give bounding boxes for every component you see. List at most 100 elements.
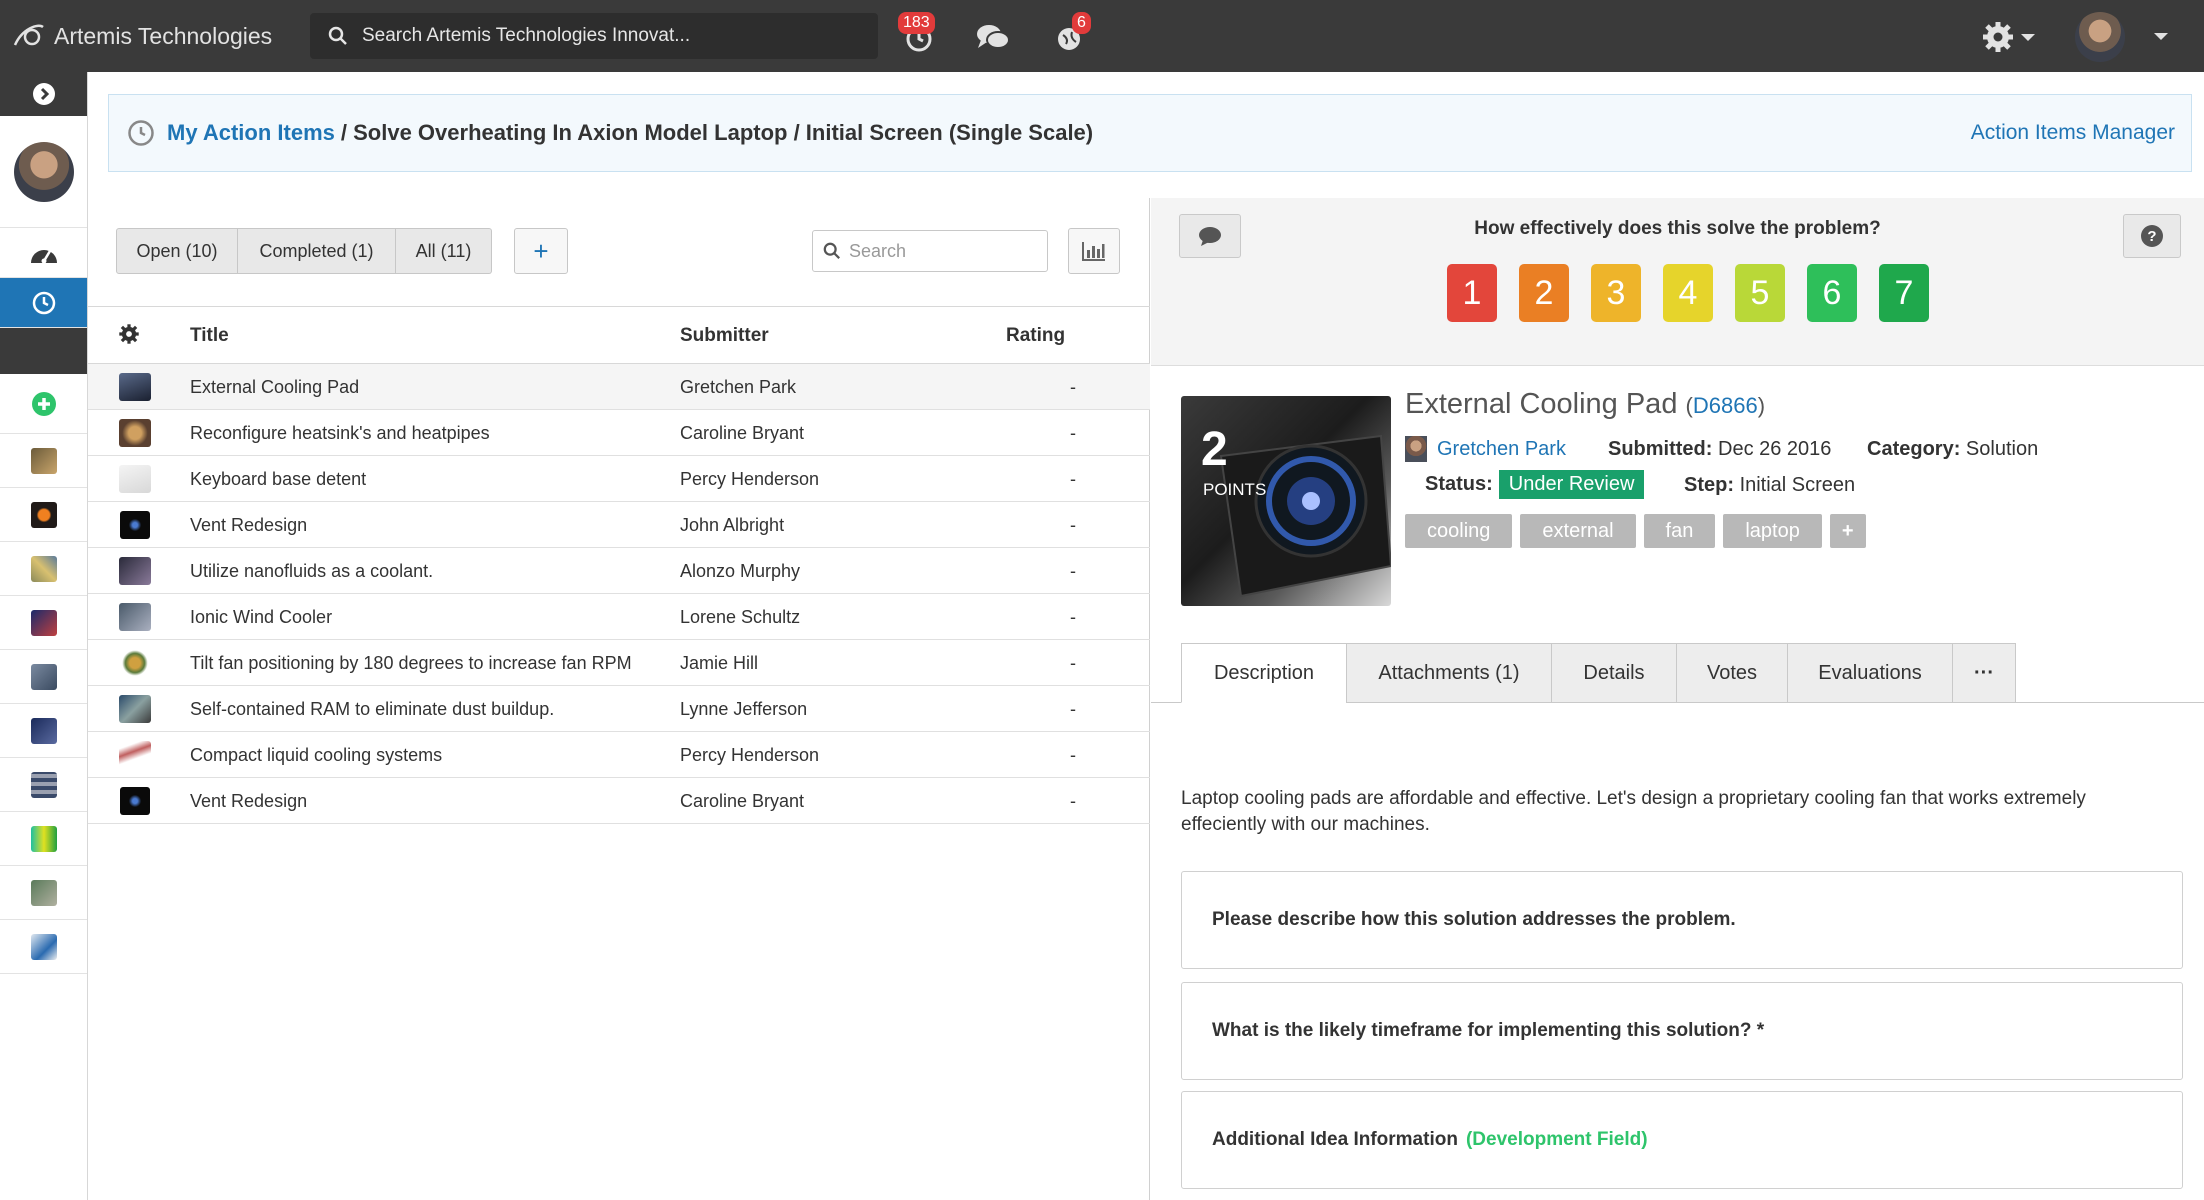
rating-score-6[interactable]: 6 xyxy=(1807,264,1857,322)
alerts-badge: 6 xyxy=(1072,12,1091,34)
list-search-input[interactable] xyxy=(849,240,1029,262)
rating-score-2[interactable]: 2 xyxy=(1519,264,1569,322)
submitted-label: Submitted: xyxy=(1608,438,1713,460)
item-description: Laptop cooling pads are affordable and e… xyxy=(1181,788,2086,835)
avatar xyxy=(13,141,74,202)
tag[interactable]: laptop xyxy=(1723,514,1822,548)
brand-logo[interactable]: Artemis Technologies xyxy=(12,19,292,53)
tag[interactable]: fan xyxy=(1643,514,1716,548)
row-title: Tilt fan positioning by 180 degrees to i… xyxy=(190,653,632,673)
rail-action-items[interactable] xyxy=(0,278,87,328)
idea-thumbnail xyxy=(30,609,57,636)
tab-description[interactable]: Description xyxy=(1181,643,1347,703)
column-submitter-header[interactable]: Submitter xyxy=(680,325,769,347)
row-title: Self-contained RAM to eliminate dust bui… xyxy=(190,699,555,719)
add-tag-button[interactable]: + xyxy=(1829,514,1866,548)
rail-item-2[interactable] xyxy=(0,488,87,542)
tab-votes[interactable]: Votes xyxy=(1676,643,1788,703)
table-row[interactable]: Keyboard base detent Percy Henderson - xyxy=(88,456,1150,502)
question-card-timeframe[interactable]: What is the likely timeframe for impleme… xyxy=(1181,982,2183,1080)
rail-item-5[interactable] xyxy=(0,650,87,704)
global-search-input[interactable] xyxy=(362,25,842,47)
row-rating: - xyxy=(1070,699,1076,719)
column-rating-header[interactable]: Rating xyxy=(1006,325,1065,347)
add-item-button[interactable]: + xyxy=(514,228,568,274)
item-points: 2 xyxy=(1201,423,1228,476)
rail-item-8[interactable] xyxy=(0,812,87,866)
tab-details[interactable]: Details xyxy=(1551,643,1677,703)
item-id-open: ( xyxy=(1685,393,1693,418)
rail-dashboard[interactable] xyxy=(0,228,87,278)
submitter-link[interactable]: Gretchen Park xyxy=(1437,438,1566,461)
rail-item-4[interactable] xyxy=(0,596,87,650)
rail-item-6[interactable] xyxy=(0,704,87,758)
rail-profile[interactable] xyxy=(0,116,87,228)
item-id-link[interactable]: D6866 xyxy=(1693,393,1758,418)
filter-completed-button[interactable]: Completed (1) xyxy=(238,228,396,274)
row-submitter: Caroline Bryant xyxy=(680,423,805,443)
idea-thumbnail xyxy=(119,649,151,677)
filter-all-button[interactable]: All (11) xyxy=(396,228,492,274)
table-row[interactable]: Ionic Wind Cooler Lorene Schultz - xyxy=(88,594,1150,640)
list-search[interactable] xyxy=(812,230,1048,272)
user-menu-chevron-icon[interactable] xyxy=(2154,33,2168,40)
rating-score-3[interactable]: 3 xyxy=(1591,264,1641,322)
table-row[interactable]: Self-contained RAM to eliminate dust bui… xyxy=(88,686,1150,732)
table-row[interactable]: Utilize nanofluids as a coolant. Alonzo … xyxy=(88,548,1150,594)
user-avatar-button[interactable] xyxy=(2072,12,2128,62)
row-submitter: Jamie Hill xyxy=(680,653,759,673)
item-status: Status: Under Review xyxy=(1425,470,1645,499)
rail-add-button[interactable] xyxy=(0,374,87,434)
help-button[interactable]: ? xyxy=(2123,214,2181,258)
tab-attachments[interactable]: Attachments (1) xyxy=(1346,643,1552,703)
activity-badge: 183 xyxy=(898,12,935,34)
table-row[interactable]: Vent Redesign Caroline Bryant - xyxy=(88,778,1150,824)
item-title: External Cooling Pad (D6866) xyxy=(1405,388,1765,421)
activity-button[interactable]: 183 xyxy=(896,12,942,60)
svg-text:?: ? xyxy=(2147,228,2156,245)
idea-thumbnail xyxy=(30,933,57,960)
chart-view-button[interactable] xyxy=(1068,228,1120,274)
rating-score-1[interactable]: 1 xyxy=(1447,264,1497,322)
rating-score-4[interactable]: 4 xyxy=(1663,264,1713,322)
rail-item-9[interactable] xyxy=(0,866,87,920)
item-submitter[interactable]: Gretchen Park xyxy=(1405,436,1566,462)
rating-question: How effectively does this solve the prob… xyxy=(1474,218,1881,239)
idea-thumbnail xyxy=(30,879,57,906)
expand-rail-button[interactable] xyxy=(0,72,87,116)
question-card-problem[interactable]: Please describe how this solution addres… xyxy=(1181,871,2183,969)
table-row[interactable]: External Cooling Pad Gretchen Park - xyxy=(88,364,1150,410)
tab-evaluations[interactable]: Evaluations xyxy=(1787,643,1953,703)
filter-open-button[interactable]: Open (10) xyxy=(116,228,238,274)
idea-thumbnail xyxy=(120,511,150,539)
breadcrumb-my-action-items[interactable]: My Action Items xyxy=(167,120,335,146)
action-items-manager-link[interactable]: Action Items Manager xyxy=(1971,121,2175,145)
table-row[interactable]: Reconfigure heatsink's and heatpipes Car… xyxy=(88,410,1150,456)
messages-button[interactable] xyxy=(970,14,1016,60)
tag[interactable]: external xyxy=(1520,514,1636,548)
tag[interactable]: cooling xyxy=(1405,514,1513,548)
column-settings-button[interactable] xyxy=(118,323,140,351)
rating-bar: How effectively does this solve the prob… xyxy=(1151,198,2204,366)
table-row[interactable]: Vent Redesign John Albright - xyxy=(88,502,1150,548)
item-image[interactable]: 2 POINTS xyxy=(1181,396,1391,606)
row-title: Ionic Wind Cooler xyxy=(190,607,333,627)
settings-menu-button[interactable] xyxy=(1978,14,2038,60)
rating-score-7[interactable]: 7 xyxy=(1879,264,1929,322)
rating-score-5[interactable]: 5 xyxy=(1735,264,1785,322)
table-row[interactable]: Tilt fan positioning by 180 degrees to i… xyxy=(88,640,1150,686)
global-search[interactable] xyxy=(310,13,878,59)
alerts-button[interactable]: 6 xyxy=(1046,12,1092,60)
rail-item-1[interactable] xyxy=(0,434,87,488)
column-title-header[interactable]: Title xyxy=(190,325,229,347)
rail-item-7[interactable] xyxy=(0,758,87,812)
rail-item-10[interactable] xyxy=(0,920,87,974)
table-row[interactable]: Compact liquid cooling systems Percy Hen… xyxy=(88,732,1150,778)
question-card-additional-info[interactable]: Additional Idea Information (Development… xyxy=(1181,1091,2183,1189)
orbit-logo-icon xyxy=(13,24,44,46)
row-title: Keyboard base detent xyxy=(190,469,367,489)
more-tabs-button[interactable]: ··· xyxy=(1952,643,2016,703)
item-tags: cooling external fan laptop + xyxy=(1405,514,1874,548)
table-header: Title Submitter Rating xyxy=(88,306,1150,364)
rail-item-3[interactable] xyxy=(0,542,87,596)
